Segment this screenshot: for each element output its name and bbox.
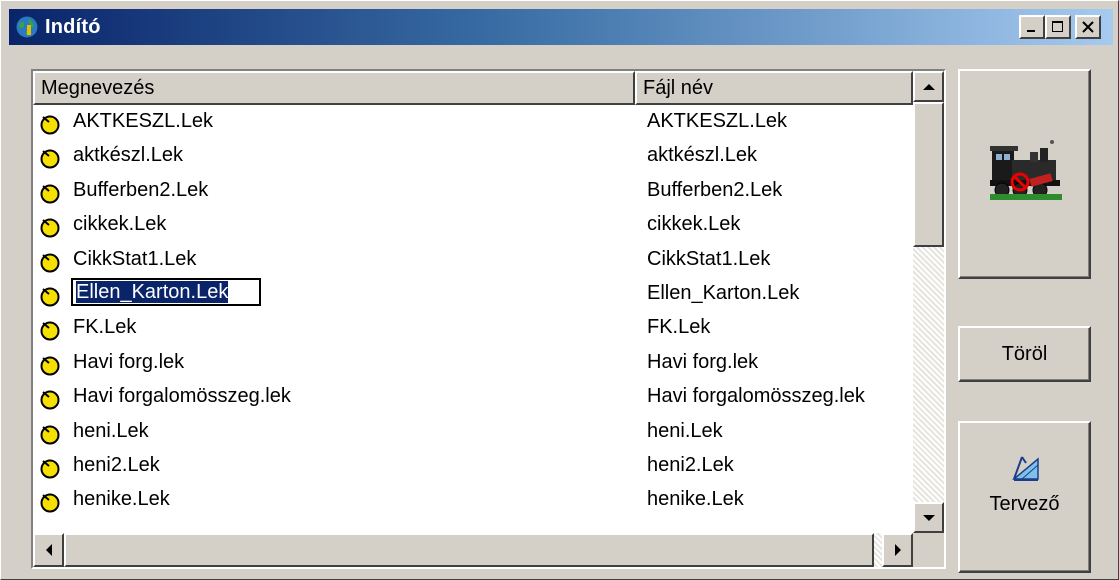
- list-item-editing[interactable]: Ellen_Karton.Lek Ellen_Karton.Lek: [33, 277, 913, 311]
- list-item[interactable]: Havi forgalomösszeg.lek Havi forgalomöss…: [33, 380, 913, 414]
- maximize-button[interactable]: [1045, 15, 1071, 39]
- list-item[interactable]: heni2.Lek heni2.Lek: [33, 449, 913, 483]
- query-file-icon: [40, 115, 60, 135]
- query-file-icon: [40, 253, 60, 273]
- item-filename: henike.Lek: [647, 488, 744, 511]
- horizontal-scrollbar[interactable]: [33, 533, 913, 567]
- maximize-icon: [1052, 21, 1063, 32]
- list-item[interactable]: henike.Lek henike.Lek: [33, 483, 913, 517]
- item-filename: AKTKESZL.Lek: [647, 110, 788, 132]
- column-header-name[interactable]: Megnevezés: [33, 71, 635, 105]
- query-file-icon: [40, 459, 60, 479]
- arrow-right-icon: [894, 544, 901, 556]
- item-filename: Bufferben2.Lek: [647, 178, 783, 201]
- list-item[interactable]: CikkStat1.Lek CikkStat1.Lek: [33, 243, 913, 277]
- item-name: FK.Lek: [73, 316, 137, 339]
- item-filename: CikkStat1.Lek: [647, 247, 771, 270]
- list-item[interactable]: Bufferben2.Lek Bufferben2.Lek: [33, 174, 913, 208]
- horizontal-scroll-thumb[interactable]: [64, 533, 874, 567]
- rename-input-text: Ellen_Karton.Lek: [76, 280, 229, 303]
- item-filename: aktkészl.Lek: [647, 144, 758, 167]
- query-file-icon: [40, 493, 60, 513]
- arrow-up-icon: [922, 83, 935, 90]
- vertical-scroll-thumb[interactable]: [913, 102, 944, 247]
- query-file-icon: [40, 356, 60, 376]
- scroll-right-button[interactable]: [882, 533, 913, 567]
- close-button[interactable]: [1075, 15, 1101, 39]
- list-rows: AKTKESZL.Lek AKTKESZL.Lek aktkészl.Lek a…: [33, 105, 913, 518]
- globe-app-icon: [15, 15, 39, 39]
- item-filename: FK.Lek: [647, 316, 711, 339]
- item-filename: cikkek.Lek: [647, 213, 741, 236]
- item-name: CikkStat1.Lek: [73, 247, 197, 270]
- vertical-scrollbar[interactable]: [913, 71, 944, 533]
- delete-button-label: Töröl: [1001, 342, 1048, 365]
- title-bar[interactable]: Indító: [9, 9, 1113, 45]
- drafting-triangle-icon: [1012, 456, 1039, 481]
- item-filename: heni2.Lek: [647, 453, 734, 476]
- scroll-down-button[interactable]: [913, 502, 944, 533]
- item-name: Havi forg.lek: [73, 350, 185, 373]
- scroll-left-button[interactable]: [33, 533, 64, 567]
- list-item[interactable]: heni.Lek heni.Lek: [33, 415, 913, 449]
- designer-button-label: Tervező: [989, 493, 1060, 515]
- query-file-icon: [40, 149, 60, 169]
- locomotive-icon: [990, 140, 1062, 200]
- query-file-icon: [40, 390, 60, 410]
- delete-button[interactable]: Töröl: [958, 326, 1091, 382]
- list-item[interactable]: aktkészl.Lek aktkészl.Lek: [33, 139, 913, 173]
- minimize-button[interactable]: [1019, 15, 1045, 39]
- item-name: heni.Lek: [73, 419, 149, 442]
- item-name: heni2.Lek: [73, 453, 160, 476]
- item-name: Bufferben2.Lek: [73, 178, 209, 201]
- item-name: cikkek.Lek: [73, 213, 167, 236]
- item-filename: heni.Lek: [647, 419, 723, 442]
- arrow-down-icon: [922, 514, 935, 521]
- query-list[interactable]: Megnevezés Fájl név AKTKESZL.Lek AKTKESZ…: [31, 69, 946, 569]
- item-name: henike.Lek: [73, 488, 170, 511]
- column-header-filename[interactable]: Fájl név: [635, 71, 913, 105]
- query-file-icon: [40, 184, 60, 204]
- query-file-icon: [40, 425, 60, 445]
- item-name: Havi forgalomösszeg.lek: [73, 385, 291, 408]
- item-name: aktkészl.Lek: [73, 144, 184, 167]
- designer-button[interactable]: Tervező: [958, 421, 1091, 573]
- query-file-icon: [40, 218, 60, 238]
- launcher-window: Indító Megnevezés Fájl név AKTKESZL.Lek …: [0, 0, 1119, 580]
- scroll-up-button[interactable]: [913, 71, 944, 102]
- list-item[interactable]: AKTKESZL.Lek AKTKESZL.Lek: [33, 105, 913, 139]
- list-item[interactable]: FK.Lek FK.Lek: [33, 311, 913, 345]
- scrollbar-corner: [913, 533, 944, 567]
- run-button[interactable]: [958, 69, 1091, 279]
- list-item[interactable]: cikkek.Lek cikkek.Lek: [33, 208, 913, 242]
- list-header: Megnevezés Fájl név: [33, 71, 913, 105]
- list-item[interactable]: Havi forg.lek Havi forg.lek: [33, 346, 913, 380]
- item-filename: Havi forg.lek: [647, 350, 759, 373]
- arrow-left-icon: [45, 544, 52, 556]
- item-name: AKTKESZL.Lek: [73, 110, 214, 132]
- item-filename: Havi forgalomösszeg.lek: [647, 385, 865, 408]
- query-file-icon: [40, 287, 60, 307]
- close-icon: [1082, 21, 1094, 33]
- rename-input[interactable]: Ellen_Karton.Lek: [71, 277, 261, 306]
- minimize-icon: [1027, 30, 1035, 32]
- query-file-icon: [40, 321, 60, 341]
- window-title: Indító: [45, 16, 101, 38]
- item-filename: Ellen_Karton.Lek: [647, 281, 800, 304]
